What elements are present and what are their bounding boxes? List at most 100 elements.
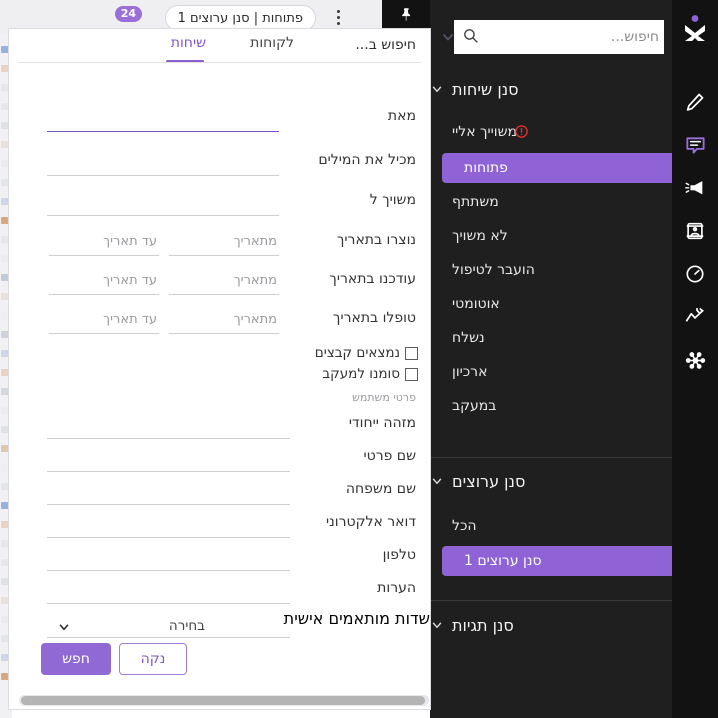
user-details-subheading: פרטי משתמש bbox=[352, 391, 416, 404]
sidebar-item-archive[interactable]: ארכיון bbox=[430, 358, 672, 386]
section-conversation-filters: סנן שיחות משוייך אליי פתוחות משתתף לא מש… bbox=[430, 74, 672, 420]
sidebar-item-label: נשלח bbox=[452, 330, 485, 346]
field-label: משויך ל bbox=[369, 192, 416, 208]
section-channel-filters: סנן ערוצים הכל סנן ערוצים 1 bbox=[430, 466, 672, 576]
sidebar-item-label: במעקב bbox=[452, 398, 497, 414]
sidebar-item-automatic[interactable]: אוטומטי bbox=[430, 290, 672, 318]
last-name-input[interactable] bbox=[47, 479, 290, 505]
first-name-input[interactable] bbox=[47, 446, 290, 472]
field-label: נוצרו בתאריך bbox=[336, 232, 416, 248]
search-form: מאת מכיל את המילים משויך ל נוצרו בתאריך bbox=[9, 67, 430, 709]
field-label: טופלו בתאריך bbox=[332, 310, 416, 326]
section-title: סנן שיחות bbox=[452, 79, 519, 99]
sidebar-item-label: ארכיון bbox=[452, 364, 488, 380]
handled-from-date-input[interactable] bbox=[169, 308, 279, 334]
contacts-card-icon[interactable] bbox=[678, 214, 712, 248]
dialog-actions: חפש נקה bbox=[9, 643, 430, 683]
divider bbox=[430, 457, 672, 458]
assigned-to-input[interactable] bbox=[47, 190, 279, 216]
clear-button[interactable]: נקה bbox=[119, 643, 187, 675]
search-button[interactable]: חפש bbox=[41, 643, 111, 675]
field-label: דואר אלקטרוני bbox=[326, 514, 416, 530]
filters-panel-body: סנן שיחות משוייך אליי פתוחות משתתף bbox=[430, 0, 672, 718]
section-header-conversation-filters[interactable]: סנן שיחות bbox=[430, 74, 672, 104]
unique-id-input[interactable] bbox=[47, 413, 290, 439]
horizontal-scrollbar[interactable] bbox=[19, 695, 429, 706]
more-vertical-icon[interactable] bbox=[328, 6, 348, 28]
filters-panel: סנן שיחות משוייך אליי פתוחות משתתף bbox=[430, 0, 718, 718]
field-label: עודכנו בתאריך bbox=[329, 271, 416, 287]
sidebar-item-participant[interactable]: משתתף bbox=[430, 188, 672, 216]
has-files-checkbox[interactable] bbox=[405, 347, 418, 360]
sidebar-item-sent[interactable]: נשלח bbox=[430, 324, 672, 352]
field-row-contains-words: מכיל את המילים bbox=[9, 143, 430, 182]
sidebar-item-label: פתוחות bbox=[464, 160, 508, 176]
chevron-down-icon bbox=[430, 474, 444, 488]
sidebar-item-label: משוייך אליי bbox=[452, 124, 518, 140]
page-title: חיפוש ב... bbox=[355, 37, 416, 53]
automation-nodes-icon[interactable] bbox=[678, 343, 712, 377]
chevron-down-icon[interactable] bbox=[440, 29, 456, 45]
divider bbox=[18, 62, 421, 63]
handled-to-date-input[interactable] bbox=[49, 308, 159, 334]
sidebar-item-label: אוטומטי bbox=[452, 296, 500, 312]
section-tag-filters: סנן תגיות bbox=[430, 610, 672, 640]
created-to-date-input[interactable] bbox=[49, 230, 159, 256]
chevron-down-icon bbox=[430, 82, 444, 96]
flagged-checkbox[interactable] bbox=[405, 368, 418, 381]
sidebar-item-followup[interactable]: במעקב bbox=[430, 392, 672, 420]
alert-circle-icon bbox=[514, 124, 529, 139]
sidebar-item-transferred[interactable]: הועבר לטיפול bbox=[430, 256, 672, 284]
notes-field[interactable] bbox=[47, 578, 290, 604]
sidebar-item-label: לא משויך bbox=[452, 228, 508, 244]
field-row-handled-date: טופלו בתאריך bbox=[9, 301, 430, 340]
field-label: מכיל את המילים bbox=[318, 152, 416, 168]
field-row-from: מאת bbox=[9, 99, 430, 138]
field-label: שדות מותאמים אישית bbox=[283, 609, 430, 628]
field-row-assigned-to: משויך ל bbox=[9, 183, 430, 222]
dashboard-gauge-icon[interactable] bbox=[678, 257, 712, 291]
field-label: שם משפחה bbox=[345, 481, 416, 497]
analytics-trend-icon[interactable] bbox=[678, 300, 712, 334]
sidebar-item-label: הכל bbox=[452, 518, 477, 534]
field-underline bbox=[47, 637, 290, 638]
pin-icon[interactable] bbox=[382, 0, 430, 30]
phone-field[interactable] bbox=[47, 545, 290, 571]
tab-customers[interactable]: לקוחות bbox=[250, 35, 294, 59]
updated-from-date-input[interactable] bbox=[169, 269, 279, 295]
checkbox-row-has-files: נמצאים קבצים bbox=[9, 343, 430, 365]
panel-search-input[interactable] bbox=[485, 23, 659, 51]
megaphone-icon[interactable] bbox=[678, 171, 712, 205]
contains-words-input[interactable] bbox=[47, 150, 279, 176]
sidebar-item-open[interactable]: פתוחות bbox=[442, 153, 672, 183]
from-input[interactable] bbox=[47, 106, 279, 132]
sidebar-item-assigned-to-me[interactable]: משוייך אליי bbox=[430, 118, 672, 146]
section-title: סנן תגיות bbox=[452, 615, 514, 635]
panel-search-box[interactable] bbox=[443, 20, 664, 54]
email-field[interactable] bbox=[47, 512, 290, 538]
section-header-tag-filters[interactable]: סנן תגיות bbox=[430, 610, 672, 640]
field-row-updated-date: עודכנו בתאריך bbox=[9, 262, 430, 301]
chat-bubble-icon[interactable] bbox=[678, 128, 712, 162]
field-label: מזהה ייחודי bbox=[348, 415, 416, 431]
sidebar-item-unassigned[interactable]: לא משויך bbox=[430, 222, 672, 250]
field-label: טלפון bbox=[382, 547, 416, 563]
tab-conversations[interactable]: שיחות bbox=[171, 35, 206, 59]
brand-logo-icon bbox=[678, 12, 712, 46]
tab-label: פתוחות | סנן ערוצים 1 bbox=[177, 10, 303, 26]
sidebar-item-label: משתתף bbox=[452, 194, 499, 210]
compose-pencil-icon[interactable] bbox=[678, 85, 712, 119]
updated-to-date-input[interactable] bbox=[49, 269, 159, 295]
divider bbox=[430, 600, 672, 601]
chevron-down-icon[interactable] bbox=[57, 619, 71, 638]
sidebar-item-channel-filter-1[interactable]: סנן ערוצים 1 bbox=[442, 546, 672, 576]
field-row-created-date: נוצרו בתאריך bbox=[9, 223, 430, 262]
search-dialog: חיפוש ב... שיחות לקוחות מאת מכיל את המיל… bbox=[8, 28, 431, 710]
field-label: הערות bbox=[377, 580, 416, 596]
app-icon-rail bbox=[672, 0, 718, 718]
created-from-date-input[interactable] bbox=[169, 230, 279, 256]
custom-fields-row: שדות מותאמים אישית בחירה bbox=[9, 609, 430, 645]
custom-fields-selected-value: בחירה bbox=[168, 618, 205, 634]
sidebar-item-all-channels[interactable]: הכל bbox=[430, 512, 672, 540]
section-header-channel-filters[interactable]: סנן ערוצים bbox=[430, 466, 672, 496]
